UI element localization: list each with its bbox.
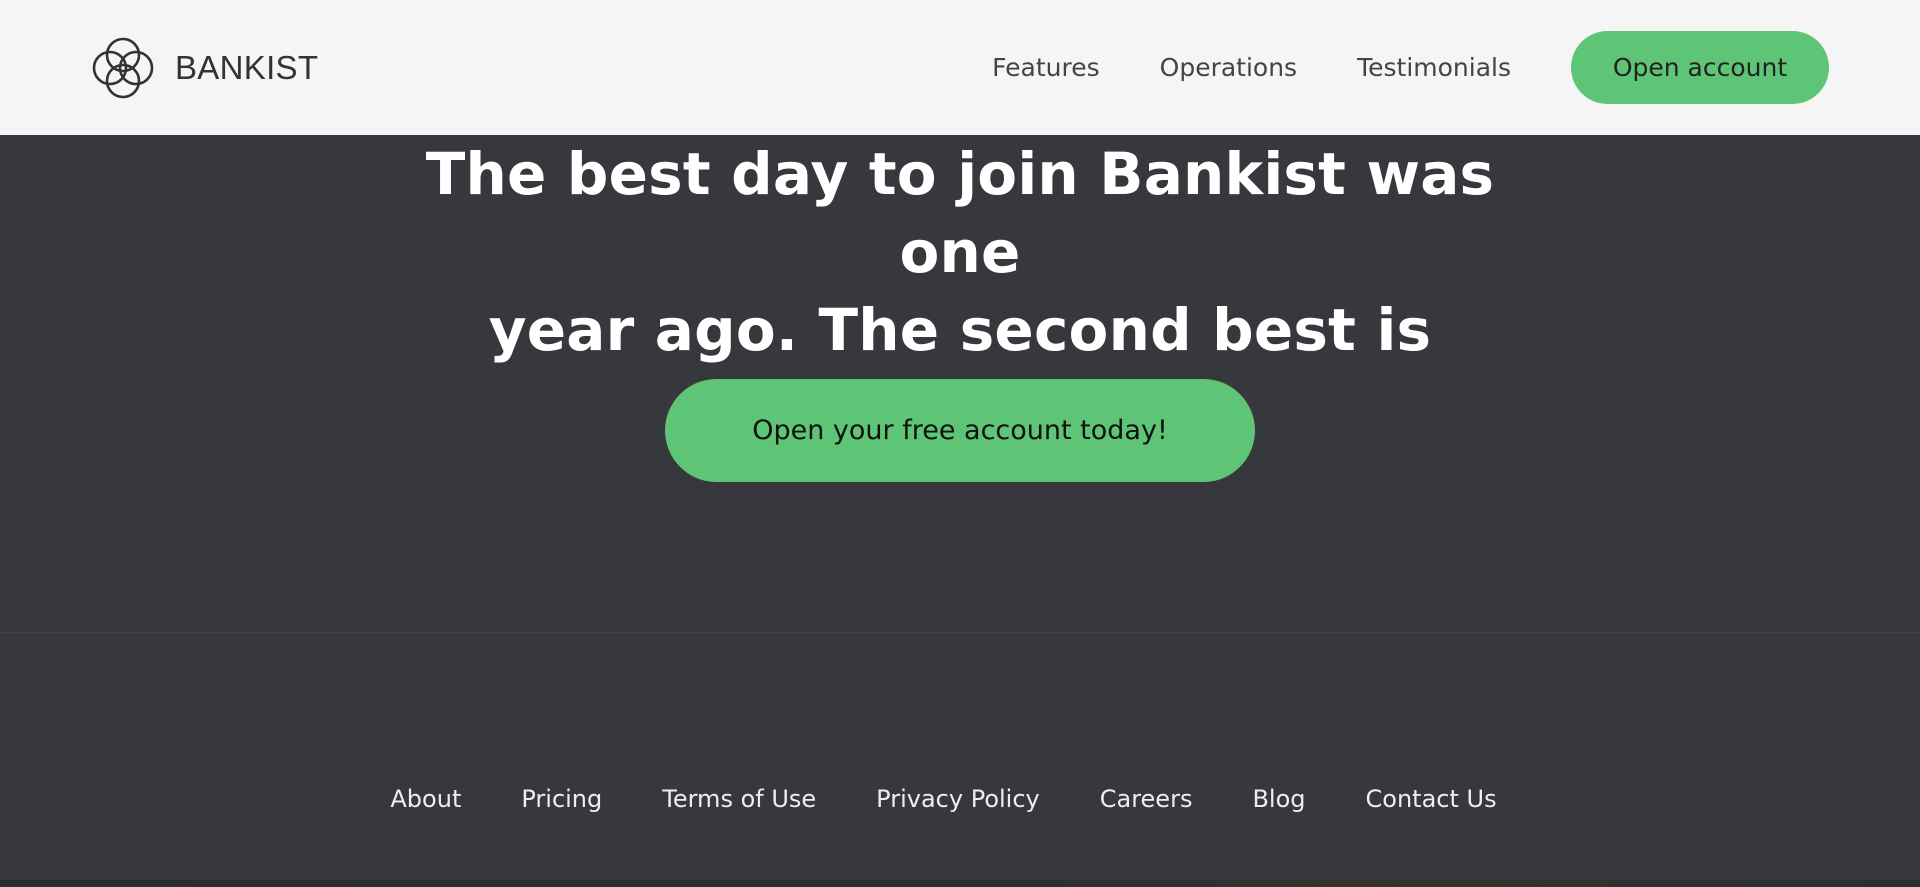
footer: About Pricing Terms of Use Privacy Polic… bbox=[0, 633, 1920, 880]
open-free-account-button[interactable]: Open your free account today! bbox=[665, 379, 1255, 482]
signup-title-line-1: The best day to join Bankist was one bbox=[425, 140, 1495, 286]
nav-link-testimonials[interactable]: Testimonials bbox=[1357, 32, 1511, 104]
top-navigation: BANKIST Features Operations Testimonials… bbox=[0, 0, 1920, 135]
page: BANKIST Features Operations Testimonials… bbox=[0, 0, 1920, 887]
footer-link-pricing[interactable]: Pricing bbox=[521, 785, 602, 813]
nav-link-features[interactable]: Features bbox=[992, 32, 1100, 104]
bankist-logo-icon bbox=[92, 37, 154, 99]
nav-links: Features Operations Testimonials Open ac… bbox=[992, 31, 1829, 104]
nav-link-operations[interactable]: Operations bbox=[1160, 32, 1297, 104]
page-bottom-strip bbox=[0, 880, 1920, 887]
footer-link-careers[interactable]: Careers bbox=[1100, 785, 1193, 813]
signup-section: The best day to join Bankist was one yea… bbox=[0, 135, 1920, 633]
footer-link-privacy[interactable]: Privacy Policy bbox=[876, 785, 1040, 813]
footer-link-contact[interactable]: Contact Us bbox=[1366, 785, 1497, 813]
footer-nav: About Pricing Terms of Use Privacy Polic… bbox=[0, 785, 1920, 813]
brand[interactable]: BANKIST bbox=[89, 34, 318, 102]
footer-link-blog[interactable]: Blog bbox=[1252, 785, 1305, 813]
footer-link-terms[interactable]: Terms of Use bbox=[662, 785, 816, 813]
footer-link-about[interactable]: About bbox=[390, 785, 461, 813]
brand-name: BANKIST bbox=[175, 49, 319, 86]
open-account-button[interactable]: Open account bbox=[1571, 31, 1829, 104]
